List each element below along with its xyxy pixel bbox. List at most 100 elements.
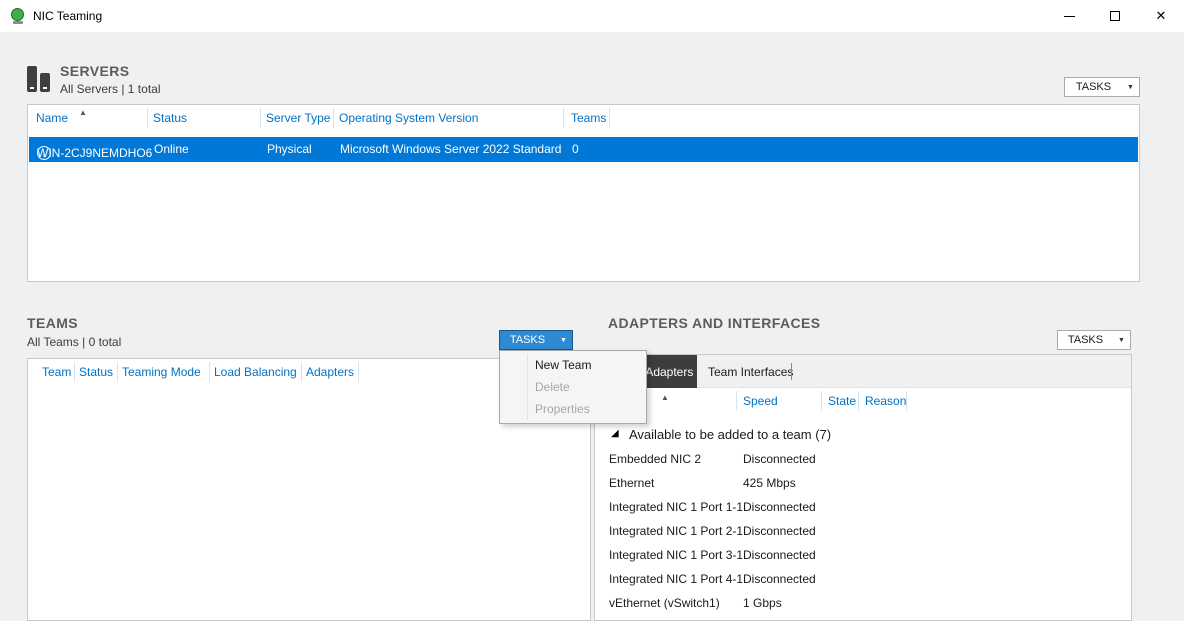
app-icon-base: [13, 21, 23, 24]
column-separator: [563, 108, 564, 128]
column-header-status[interactable]: Status: [79, 365, 113, 379]
adapter-name: Embedded NIC 2: [609, 452, 701, 466]
adapter-name: Integrated NIC 1 Port 3-1: [609, 548, 743, 562]
servers-icon-dot: [30, 87, 34, 89]
app-icon: [10, 8, 26, 24]
adapters-tasks-button[interactable]: TASKS ▼: [1057, 330, 1131, 350]
menu-item-new-team[interactable]: New Team: [501, 354, 645, 376]
teams-tasks-label: TASKS: [500, 334, 555, 346]
servers-table-header: Name ▲ Status Server Type Operating Syst…: [28, 105, 1139, 133]
column-separator: [906, 391, 907, 411]
adapter-speed: 425 Mbps: [743, 476, 796, 490]
adapters-tasks-label: TASKS: [1058, 334, 1113, 346]
column-header-adapters[interactable]: Adapters: [306, 365, 354, 379]
app-icon-globe: [11, 8, 24, 21]
adapters-panel: Network Adapters Team Interfaces ▲ Speed…: [594, 354, 1132, 621]
menu-item-properties: Properties: [501, 398, 645, 420]
adapter-name: Integrated NIC 1 Port 4-1: [609, 572, 743, 586]
title-bar[interactable]: NIC Teaming ✕: [0, 0, 1184, 32]
adapter-row[interactable]: Embedded NIC 2 Disconnected: [595, 447, 1131, 471]
sort-ascending-icon: ▲: [79, 109, 87, 117]
column-header-reason[interactable]: Reason: [865, 394, 906, 408]
servers-subtitle: All Servers | 1 total: [60, 82, 161, 96]
teams-tasks-button[interactable]: TASKS ▼: [499, 330, 573, 350]
servers-tasks-label: TASKS: [1065, 81, 1122, 93]
servers-icon: [27, 64, 53, 94]
server-status: Online: [154, 142, 189, 156]
teams-tasks-menu: New Team Delete Properties: [499, 350, 647, 424]
server-type: Physical: [267, 142, 312, 156]
teams-heading: TEAMS: [27, 315, 78, 331]
column-separator: [301, 362, 302, 382]
column-header-name[interactable]: Name: [36, 111, 68, 125]
column-header-status[interactable]: Status: [153, 111, 187, 125]
tab-separator: [791, 363, 792, 380]
nic-teaming-window: NIC Teaming ✕ SERVERS All Servers | 1 to…: [0, 0, 1184, 621]
server-os-version: Microsoft Windows Server 2022 Standard: [340, 142, 561, 156]
column-separator: [260, 108, 261, 128]
adapter-group-header[interactable]: ◢ Available to be added to a team (7): [595, 423, 1131, 447]
minimize-button[interactable]: [1046, 0, 1092, 32]
column-separator: [821, 391, 822, 411]
adapters-heading: ADAPTERS AND INTERFACES: [608, 315, 820, 331]
servers-table: Name ▲ Status Server Type Operating Syst…: [27, 104, 1140, 282]
column-separator: [358, 362, 359, 382]
group-label: Available to be added to a team (7): [629, 427, 831, 442]
adapter-speed: Disconnected: [743, 524, 816, 538]
minimize-icon: [1064, 16, 1075, 17]
chevron-down-icon: ▼: [1122, 78, 1139, 96]
adapter-speed: Disconnected: [743, 500, 816, 514]
adapter-speed: Disconnected: [743, 548, 816, 562]
column-header-os-version[interactable]: Operating System Version: [339, 111, 478, 125]
adapter-row[interactable]: Integrated NIC 1 Port 4-1 Disconnected: [595, 567, 1131, 591]
adapter-row[interactable]: vEthernet (vSwitch1) 1 Gbps: [595, 591, 1131, 615]
servers-icon-bar: [40, 73, 50, 92]
column-separator: [209, 362, 210, 382]
adapters-table-header: ▲ Speed State Reason: [595, 388, 1131, 414]
servers-icon-dot: [43, 87, 47, 89]
adapter-name: Integrated NIC 1 Port 1-1: [609, 500, 743, 514]
teams-subtitle: All Teams | 0 total: [27, 335, 121, 349]
maximize-icon: [1110, 11, 1120, 21]
adapter-row[interactable]: Integrated NIC 1 Port 3-1 Disconnected: [595, 543, 1131, 567]
column-separator: [333, 108, 334, 128]
column-separator: [74, 362, 75, 382]
column-separator: [609, 108, 610, 128]
server-name: WIN-2CJ9NEMDHO6: [37, 146, 152, 160]
servers-tasks-button[interactable]: TASKS ▼: [1064, 77, 1140, 97]
column-separator: [736, 391, 737, 411]
adapter-name: Integrated NIC 1 Port 2-1: [609, 524, 743, 538]
menu-item-delete: Delete: [501, 376, 645, 398]
adapter-row[interactable]: Ethernet 425 Mbps: [595, 471, 1131, 495]
column-header-load-balancing[interactable]: Load Balancing: [214, 365, 297, 379]
window-title: NIC Teaming: [33, 9, 102, 23]
column-separator: [147, 108, 148, 128]
column-header-teaming-mode[interactable]: Teaming Mode: [122, 365, 201, 379]
column-header-teams[interactable]: Teams: [571, 111, 606, 125]
adapter-name: vEthernet (vSwitch1): [609, 596, 720, 610]
close-icon: ✕: [1156, 8, 1167, 24]
server-teams-count: 0: [572, 142, 579, 156]
server-online-arrow-icon: ↑: [37, 146, 51, 160]
group-expander-icon: ◢: [611, 428, 619, 440]
adapter-speed: Disconnected: [743, 572, 816, 586]
column-separator: [117, 362, 118, 382]
server-row-selected[interactable]: WIN-2CJ9NEMDHO6 ↑ Online Physical Micros…: [29, 137, 1138, 162]
column-separator: [858, 391, 859, 411]
column-header-speed[interactable]: Speed: [743, 394, 778, 408]
adapter-speed: Disconnected: [743, 452, 816, 466]
adapter-row[interactable]: Integrated NIC 1 Port 2-1 Disconnected: [595, 519, 1131, 543]
column-header-state[interactable]: State: [828, 394, 856, 408]
close-button[interactable]: ✕: [1138, 0, 1184, 32]
adapter-row[interactable]: Integrated NIC 1 Port 1-1 Disconnected: [595, 495, 1131, 519]
servers-heading: SERVERS: [60, 63, 129, 79]
chevron-down-icon: ▼: [1113, 331, 1130, 349]
column-header-server-type[interactable]: Server Type: [266, 111, 330, 125]
maximize-button[interactable]: [1092, 0, 1138, 32]
adapters-tabs-strip: Network Adapters Team Interfaces: [595, 355, 1131, 388]
chevron-down-icon: ▼: [555, 331, 572, 349]
tab-team-interfaces[interactable]: Team Interfaces: [699, 355, 802, 388]
adapter-speed: 1 Gbps: [743, 596, 782, 610]
column-header-team[interactable]: Team: [42, 365, 71, 379]
sort-ascending-icon: ▲: [661, 394, 669, 402]
